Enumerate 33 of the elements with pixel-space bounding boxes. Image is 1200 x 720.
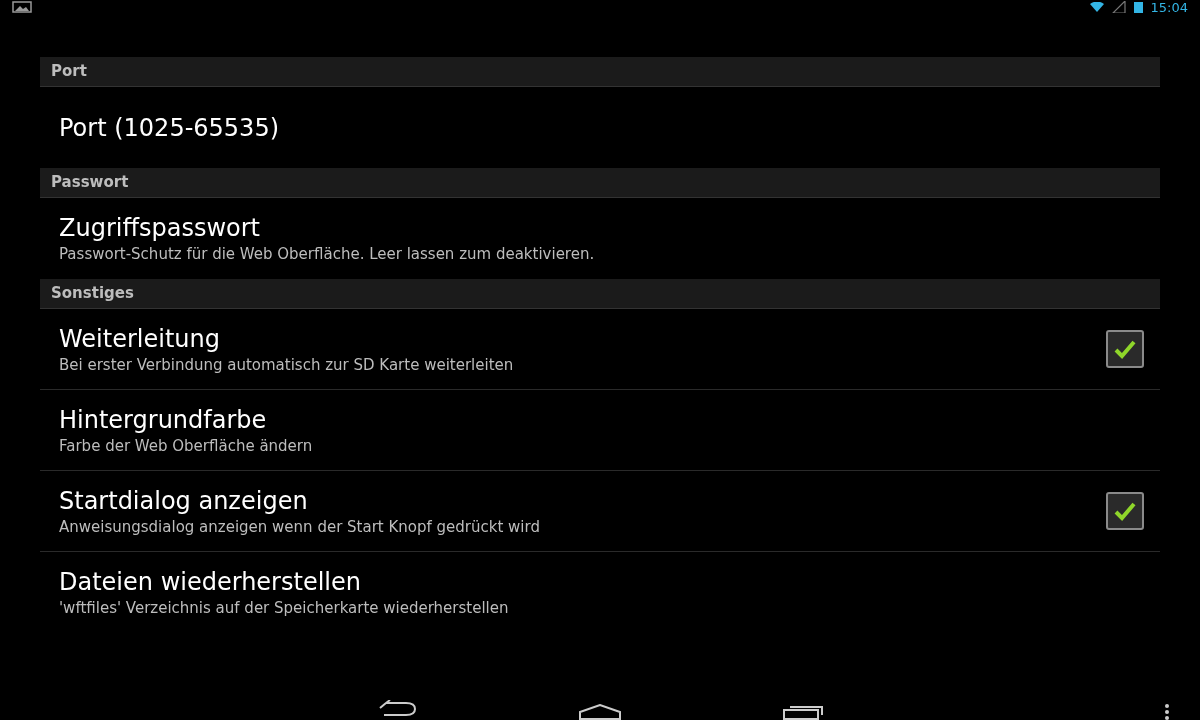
preference-summary: Farbe der Web Oberfläche ändern [59,435,314,456]
preference-item[interactable]: Zugriffspasswort Passwort-Schutz für die Web Oberfläche. Leer lassen zum deaktivieren. [40,198,1160,279]
section-title: Port [51,61,87,83]
battery-icon [1133,1,1143,13]
checkbox[interactable] [1106,492,1144,530]
preference-item[interactable]: Weiterleitung Bei erster Verbindung automatisch zur SD Karte weiterleiten [40,309,1160,390]
back-icon[interactable] [378,700,418,718]
preference-title: Weiterleitung [59,323,221,354]
preference-item[interactable]: Port (1025-65535) [40,87,1160,168]
preference-summary: Passwort-Schutz für die Web Oberfläche. Leer lassen zum deaktivieren. [59,244,596,264]
picture-notification-icon [12,1,32,13]
preference-title: Startdialog anzeigen [59,485,309,516]
preference-summary: Bei erster Verbindung automatisch zur SD Karte weiterleiten [59,354,515,375]
preference-summary: Anweisungsdialog anzeigen wenn der Start Knopf gedrückt wird [59,516,541,537]
signal-icon [1111,1,1126,13]
preference-item[interactable]: Startdialog anzeigen Anweisungsdialog anzeigen wenn der Start Knopf gedrückt wird [40,471,1160,552]
preference-title: Hintergrundfarbe [59,404,268,435]
section-title: Passwort [51,172,129,194]
preference-item[interactable]: Dateien wiederherstellen 'wftfiles' Verzeichnis auf der Speicherkarte wiederherstellen [40,552,1160,633]
checkbox[interactable] [1106,330,1144,368]
overflow-menu-icon[interactable] [1164,704,1170,720]
checkmark-icon [1113,501,1137,521]
clock-time: 15:04 [1150,0,1188,14]
home-icon[interactable] [578,704,622,720]
checkmark-icon [1113,339,1137,359]
preference-title: Port (1025-65535) [59,112,281,143]
preference-summary: 'wftfiles' Verzeichnis auf der Speicherkarte wiederherstellen [59,598,510,618]
preference-title: Dateien wiederherstellen [59,567,362,597]
section-title: Sonstiges [51,283,134,305]
recent-apps-icon[interactable] [782,704,826,720]
preference-title: Zugriffspasswort [59,213,261,243]
preference-item[interactable]: Hintergrundfarbe Farbe der Web Oberfläche ändern [40,390,1160,471]
wifi-icon [1089,2,1104,12]
